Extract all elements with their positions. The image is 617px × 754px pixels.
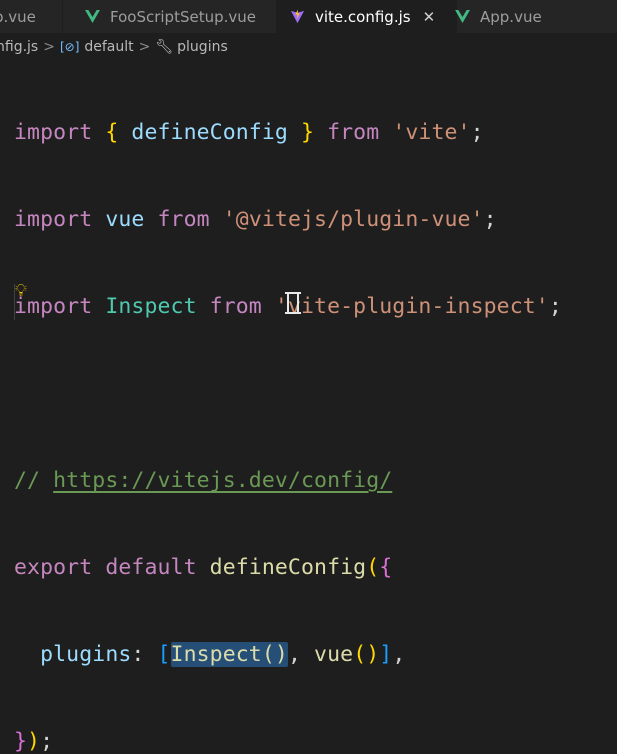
lightbulb-icon[interactable]: 💡︎ bbox=[15, 281, 27, 301]
function-name: defineConfig bbox=[209, 555, 367, 580]
vue-file-icon bbox=[455, 10, 470, 23]
code-editor[interactable]: import { defineConfig } from 'vite'; imp… bbox=[14, 64, 562, 754]
object-symbol-icon: [⊘] bbox=[59, 40, 80, 54]
identifier: vue bbox=[105, 207, 145, 232]
brace: } bbox=[14, 729, 28, 754]
close-icon[interactable]: ✕ bbox=[423, 8, 436, 26]
tab-fooscriptsetup-vue[interactable]: FooScriptSetup.vue bbox=[63, 0, 294, 33]
brace: { bbox=[379, 555, 393, 580]
tab-label: App.vue bbox=[480, 7, 542, 26]
chevron-right-icon: > bbox=[43, 39, 55, 55]
semicolon: ; bbox=[40, 729, 54, 754]
keyword: export bbox=[14, 555, 93, 580]
tab-p-vue[interactable]: p.vue bbox=[0, 0, 63, 33]
chevron-right-icon: > bbox=[138, 39, 151, 55]
keyword: from bbox=[157, 207, 210, 232]
colon: : bbox=[131, 642, 158, 667]
vite-file-icon bbox=[290, 9, 305, 24]
wrench-icon: 🔧︎ bbox=[155, 39, 174, 55]
keyword: import bbox=[14, 120, 93, 145]
code-line-5: // https://vitejs.dev/config/ bbox=[14, 462, 562, 499]
semicolon: ; bbox=[548, 294, 562, 319]
identifier: Inspect bbox=[105, 294, 197, 319]
tab-vite-config-js[interactable]: vite.config.js ✕ bbox=[276, 0, 457, 33]
tab-label: vite.config.js bbox=[315, 7, 411, 26]
bracket: [ bbox=[157, 642, 171, 667]
property: plugins bbox=[40, 642, 132, 667]
vue-file-icon bbox=[85, 10, 100, 23]
string: 'vite-plugin-inspect' bbox=[274, 294, 549, 319]
brace: { bbox=[105, 120, 119, 145]
selected-text[interactable]: Inspect() bbox=[170, 642, 288, 667]
bracket: ] bbox=[379, 642, 393, 667]
code-line-6: export default defineConfig({ bbox=[14, 549, 562, 586]
breadcrumb-file[interactable]: nfig.js bbox=[0, 39, 38, 55]
semicolon: ; bbox=[470, 120, 484, 145]
comment-link[interactable]: https://vitejs.dev/config/ bbox=[53, 468, 392, 493]
comment-prefix: // bbox=[14, 468, 54, 493]
paren: ( bbox=[366, 555, 380, 580]
tab-label: p.vue bbox=[0, 7, 36, 26]
editor-tab-bar: p.vue FooScriptSetup.vue vite.config.js … bbox=[0, 0, 617, 33]
code-line-1: import { defineConfig } from 'vite'; bbox=[14, 114, 562, 151]
keyword: from bbox=[209, 294, 262, 319]
paren: () bbox=[353, 642, 380, 667]
code-line-7: plugins: [Inspect(), vue()], bbox=[14, 636, 562, 673]
paren: ) bbox=[27, 729, 41, 754]
breadcrumb-symbol[interactable]: default bbox=[84, 39, 133, 55]
breadcrumb-property[interactable]: plugins bbox=[177, 39, 228, 55]
string: 'vite' bbox=[392, 120, 471, 145]
code-line-8: }); bbox=[14, 723, 562, 754]
tab-label: FooScriptSetup.vue bbox=[110, 7, 256, 26]
identifier: defineConfig bbox=[131, 120, 288, 145]
keyword: import bbox=[14, 207, 93, 232]
breadcrumb: nfig.js > [⊘] default > 🔧︎ plugins bbox=[0, 36, 617, 58]
keyword: from bbox=[327, 120, 380, 145]
separator: , bbox=[287, 642, 315, 667]
tab-app-vue[interactable]: App.vue bbox=[442, 0, 617, 33]
function-name: vue bbox=[314, 642, 354, 667]
text-cursor-icon bbox=[285, 292, 301, 314]
string: '@vitejs/plugin-vue' bbox=[222, 207, 484, 232]
comma: , bbox=[392, 642, 406, 667]
keyword: default bbox=[105, 555, 197, 580]
semicolon: ; bbox=[483, 207, 497, 232]
code-line-2: import vue from '@vitejs/plugin-vue'; bbox=[14, 201, 562, 238]
brace: } bbox=[300, 120, 315, 145]
